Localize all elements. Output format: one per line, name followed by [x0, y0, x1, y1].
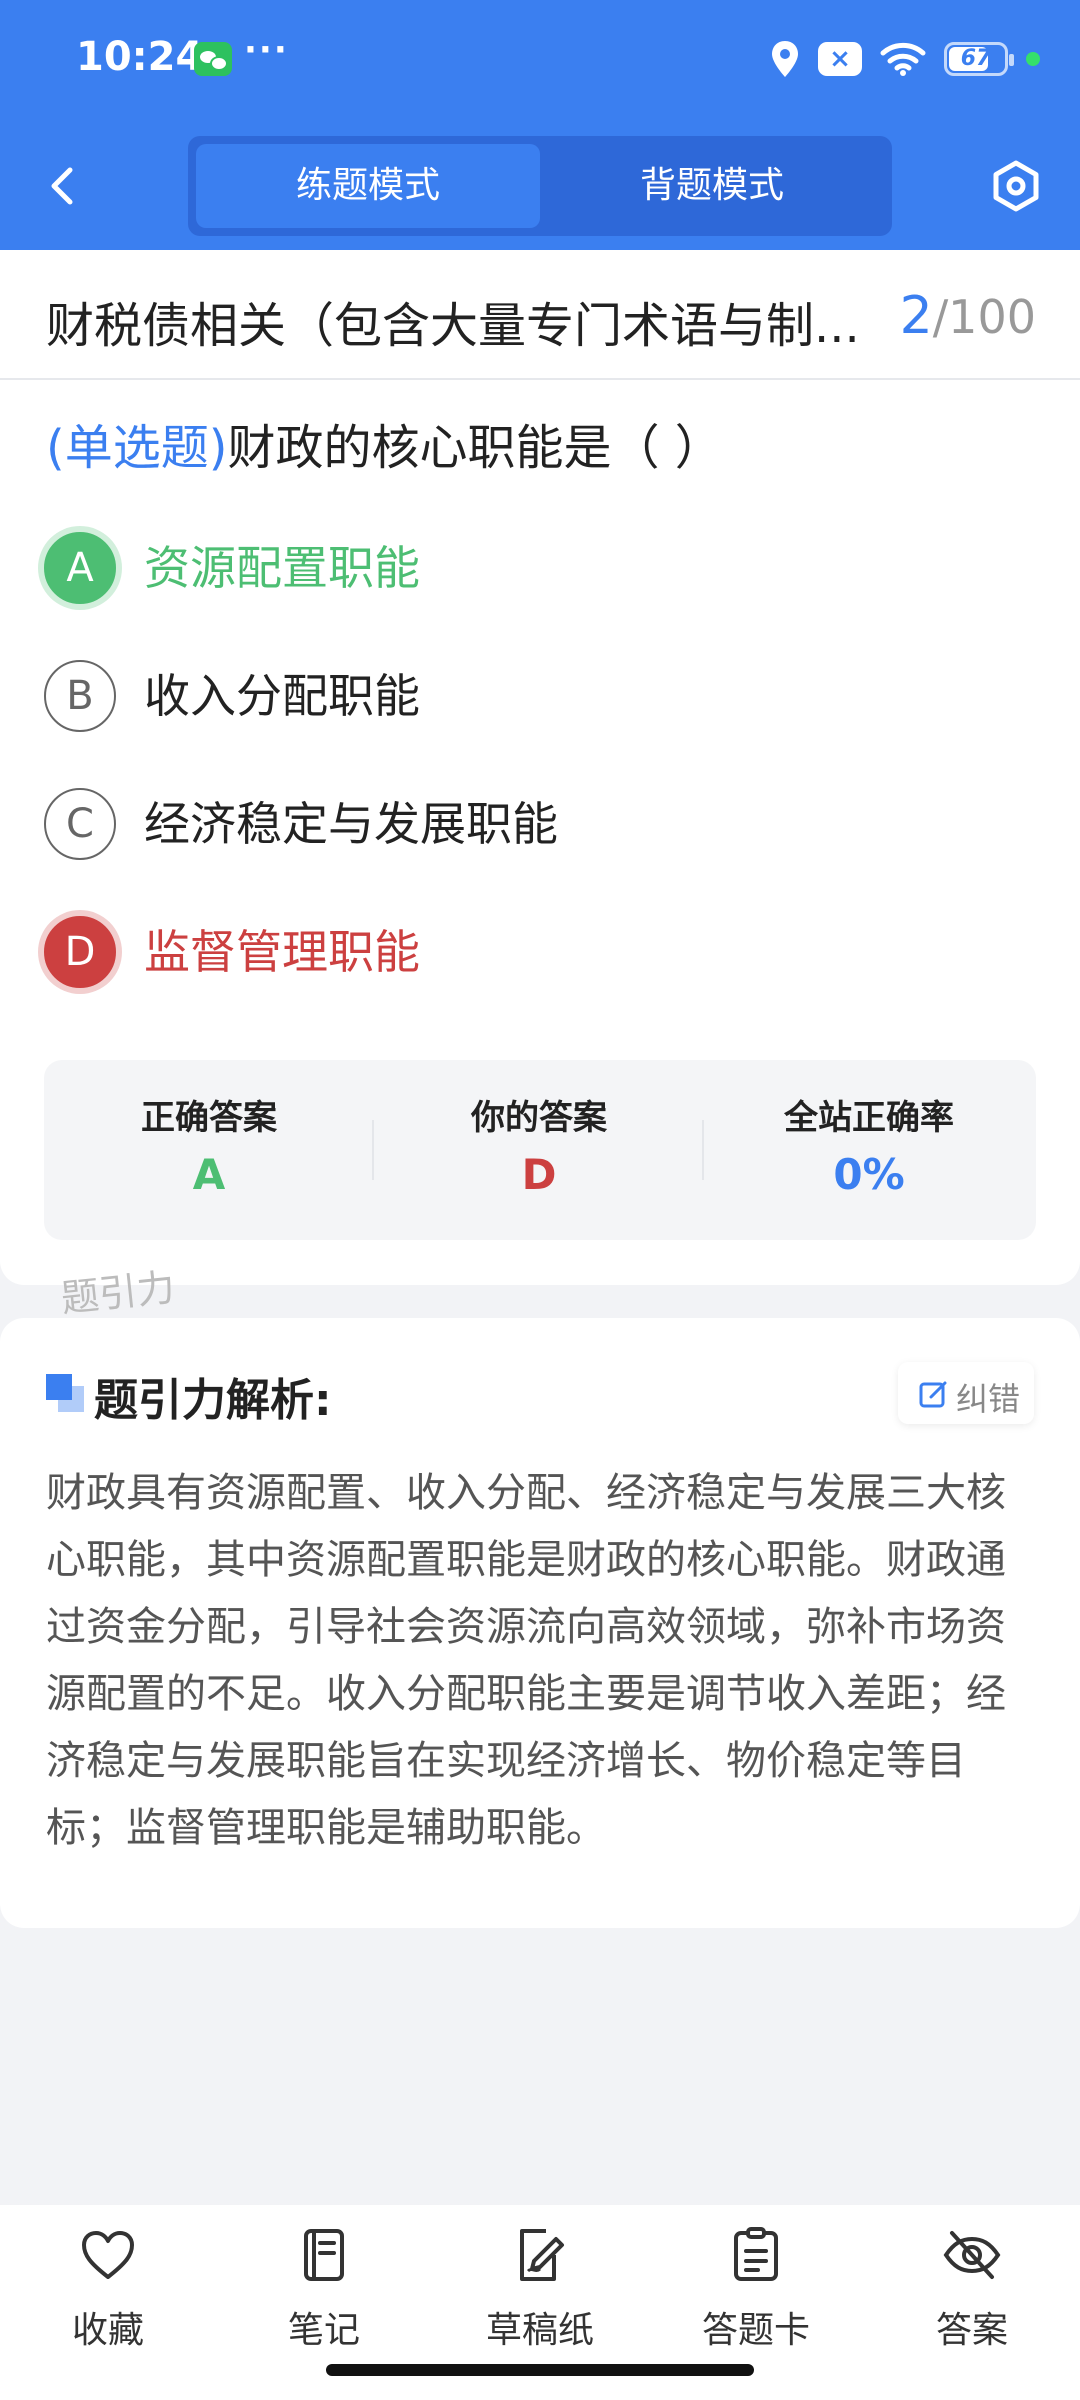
option-text: 监督管理职能 [144, 925, 420, 979]
nav-label: 收藏 [71, 2310, 144, 2351]
question-stem: (单选题)财政的核心职能是（ ） [46, 408, 723, 478]
answer-card-button[interactable]: 答题卡 [676, 2225, 836, 2365]
draft-paper-icon [520, 2229, 564, 2281]
back-button[interactable] [40, 158, 84, 214]
heart-icon [82, 2231, 134, 2279]
stat-value: 0% [833, 1150, 905, 1199]
chevron-left-icon [51, 167, 73, 205]
stat-site-accuracy: 全站正确率 0% [704, 1060, 1034, 1240]
stat-label: 全站正确率 [784, 1098, 954, 1138]
report-error-button[interactable]: 纠错 [898, 1362, 1034, 1424]
stat-value: A [192, 1150, 226, 1199]
tab-memorize-mode[interactable]: 背题模式 [540, 144, 884, 228]
question-card: 财税债相关（包含大量专门术语与制... 2/100 (单选题)财政的核心职能是（… [0, 250, 1080, 1285]
option-letter: D [44, 916, 116, 988]
status-icons: × 67 [770, 36, 1040, 82]
total-questions: /100 [932, 290, 1036, 344]
stat-label: 你的答案 [471, 1098, 607, 1138]
option-a[interactable]: A 资源配置职能 [44, 528, 1034, 608]
settings-button[interactable] [988, 158, 1044, 214]
option-text: 经济稳定与发展职能 [144, 797, 558, 851]
question-bank-title[interactable]: 财税债相关（包含大量专门术语与制... [46, 286, 860, 356]
notebook-icon [304, 2229, 344, 2281]
answer-card-icon [734, 2227, 778, 2281]
option-text: 收入分配职能 [144, 669, 420, 723]
answer-stats: 正确答案 A 你的答案 D 全站正确率 0% [44, 1060, 1036, 1240]
tab-practice-mode[interactable]: 练题模式 [196, 144, 540, 228]
edit-icon [919, 1381, 947, 1408]
analysis-squares-icon [46, 1374, 84, 1412]
question-type: (单选题) [46, 420, 228, 476]
stat-label: 正确答案 [141, 1098, 277, 1138]
battery-cap [1009, 54, 1014, 66]
eye-off-icon [943, 2231, 1001, 2279]
battery-icon: 67 [944, 42, 1014, 76]
analysis-text: 财政具有资源配置、收入分配、经济稳定与发展三大核心职能，其中资源配置职能是财政的… [46, 1470, 1006, 1851]
wechat-icon [194, 42, 232, 76]
blocked-badge-icon: × [818, 42, 862, 76]
report-error-label: 纠错 [956, 1380, 1021, 1418]
notes-button[interactable]: 笔记 [244, 2225, 404, 2365]
status-bar: 10:24 ··· × 67 [0, 0, 1080, 120]
mode-switch: 练题模式 背题模式 [188, 136, 892, 236]
favorite-button[interactable]: 收藏 [28, 2225, 188, 2365]
watermark: 题引力 [58, 1265, 177, 1321]
settings-hexagon-icon [993, 160, 1039, 212]
wifi-icon [880, 41, 926, 77]
location-icon [770, 39, 800, 79]
option-d[interactable]: D 监督管理职能 [44, 912, 1034, 992]
stat-value: D [521, 1150, 557, 1199]
current-question-number: 2 [899, 286, 933, 346]
option-letter: C [44, 788, 116, 860]
analysis-card: 题引力解析: 纠错 财政具有资源配置、收入分配、经济稳定与发展三大核心职能，其中… [0, 1318, 1080, 1928]
question-counter[interactable]: 2/100 [900, 286, 1036, 346]
privacy-indicator-dot [1026, 52, 1040, 66]
option-text: 资源配置职能 [144, 541, 420, 595]
nav-label: 答案 [935, 2310, 1008, 2351]
question-bank-header: 财税债相关（包含大量专门术语与制... 2/100 [0, 250, 1080, 380]
status-time: 10:24 [76, 34, 204, 80]
stat-correct-answer: 正确答案 A [44, 1060, 374, 1240]
draft-paper-button[interactable]: 草稿纸 [460, 2225, 620, 2365]
app-header: 10:24 ··· × 67 练题模式 背题模式 [0, 0, 1080, 250]
option-b[interactable]: B 收入分配职能 [44, 656, 1034, 736]
nav-label: 答题卡 [701, 2310, 810, 2351]
battery-percent: 67 [960, 46, 992, 71]
option-letter: B [44, 660, 116, 732]
analysis-title: 题引力解析: [94, 1375, 332, 1426]
nav-label: 笔记 [287, 2310, 360, 2351]
nav-label: 草稿纸 [485, 2310, 594, 2351]
show-answer-button[interactable]: 答案 [892, 2225, 1052, 2365]
more-notifications-icon: ··· [244, 30, 289, 70]
stat-your-answer: 你的答案 D [374, 1060, 704, 1240]
home-indicator[interactable] [326, 2364, 754, 2376]
question-text: 财政的核心职能是（ ） [227, 420, 723, 476]
option-letter: A [44, 532, 116, 604]
option-c[interactable]: C 经济稳定与发展职能 [44, 784, 1034, 864]
